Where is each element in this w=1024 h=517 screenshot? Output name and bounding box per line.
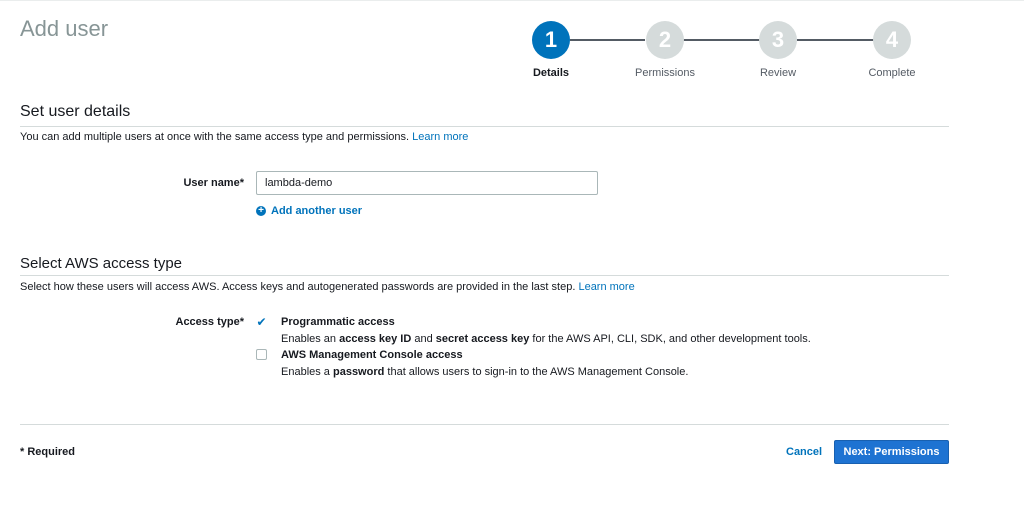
step-4-label: Complete [868,67,916,79]
console-access-checkbox[interactable] [256,349,267,360]
step-2-label: Permissions [635,67,695,79]
cancel-button[interactable]: Cancel [782,441,826,463]
step-connector [570,39,645,41]
footer-divider [20,424,949,425]
username-input[interactable] [256,171,598,195]
access-type-label: Access type* [175,316,245,328]
step-3-circle[interactable]: 3 [759,21,797,59]
console-access-title: AWS Management Console access [281,349,463,361]
step-connector [797,39,874,41]
required-note: * Required [20,446,76,458]
step-1-label: Details [532,67,570,79]
desc-text: Enables an [281,333,340,345]
step-4-circle[interactable]: 4 [873,21,911,59]
learn-more-link[interactable]: Learn more [578,281,634,293]
next-permissions-button[interactable]: Next: Permissions [834,440,949,464]
access-type-description-text: Select how these users will access AWS. … [20,281,576,293]
desc-text: and [411,333,436,345]
plus-circle-icon: + [256,206,266,216]
desc-bold: password [332,366,385,378]
desc-bold: secret access key [435,333,530,345]
desc-text: that allows users to sign-in to the AWS … [384,366,689,378]
add-another-user-link[interactable]: + Add another user [256,205,362,217]
programmatic-access-description: Enables an access key ID and secret acce… [281,333,811,345]
username-label: User name* [183,177,244,189]
desc-text: for the AWS API, CLI, SDK, and other dev… [529,333,811,345]
access-type-description: Select how these users will access AWS. … [20,281,635,293]
programmatic-access-title: Programmatic access [281,316,395,328]
user-details-heading: Set user details [20,103,131,120]
step-3-label: Review [759,67,797,79]
step-connector [683,39,761,41]
console-access-description: Enables a password that allows users to … [281,366,688,378]
desc-bold: access key ID [339,333,412,345]
user-details-description-text: You can add multiple users at once with … [20,131,410,143]
user-details-description: You can add multiple users at once with … [20,131,468,143]
access-type-heading: Select AWS access type [20,255,183,272]
programmatic-access-checkbox[interactable]: ✔ [256,314,267,329]
step-1-circle[interactable]: 1 [532,21,570,59]
desc-text: Enables a [281,366,333,378]
section-divider [20,275,949,276]
section-divider [20,126,949,127]
learn-more-link[interactable]: Learn more [412,131,468,143]
step-2-circle[interactable]: 2 [646,21,684,59]
wizard-stepper: 1 2 3 4 Details Permissions Review Compl… [0,0,1024,90]
add-another-user-label: Add another user [271,205,363,217]
checkmark-icon: ✔ [256,314,267,329]
